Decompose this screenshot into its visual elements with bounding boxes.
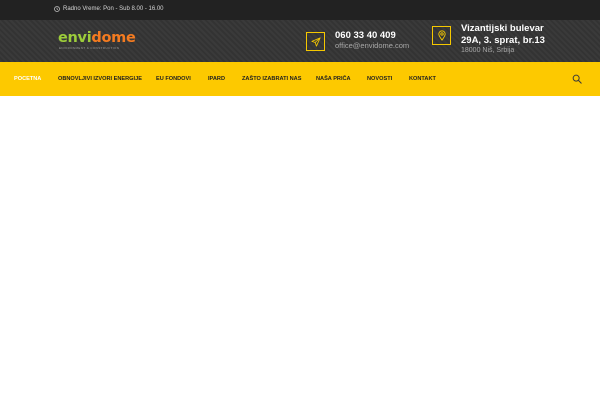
main-content-area xyxy=(0,96,600,400)
logo-wordmark: envidome xyxy=(58,30,136,46)
nav-item-pocetna[interactable]: POCETNA xyxy=(14,62,41,96)
nav-item-ipard[interactable]: IPARD xyxy=(208,62,225,96)
site-header: envidome ENVIRONMENT & CONSTRUCTION 060 … xyxy=(0,20,600,62)
nav-item-nasa-prica[interactable]: NAŠA PRIČA xyxy=(316,62,351,96)
contact-email[interactable]: office@envidome.com xyxy=(335,41,409,50)
logo-word-envi: envi xyxy=(58,30,92,46)
address-street: Vizantijski bulevar xyxy=(461,23,544,34)
map-pin-icon xyxy=(437,30,446,41)
address-city: 18000 Niš, Srbija xyxy=(461,47,515,54)
nav-item-zasto-izabrati-nas[interactable]: ZAŠTO IZABRATI NAS xyxy=(242,62,301,96)
address-icon-box xyxy=(432,26,451,45)
working-hours-text: Radno Vreme: Pon - Sub 8.00 - 16.00 xyxy=(63,6,164,12)
clock-icon xyxy=(54,6,60,12)
working-hours: Radno Vreme: Pon - Sub 8.00 - 16.00 xyxy=(54,6,164,12)
paper-plane-icon xyxy=(310,36,321,47)
logo-word-dome: dome xyxy=(91,30,136,46)
search-icon xyxy=(572,74,582,84)
nav-item-kontakt[interactable]: KONTAKT xyxy=(409,62,436,96)
main-navigation: POCETNA OBNOVLJIVI IZVORI ENERGIJE EU FO… xyxy=(0,62,600,96)
top-bar: Radno Vreme: Pon - Sub 8.00 - 16.00 xyxy=(0,0,600,20)
nav-item-eu-fondovi[interactable]: EU FONDOVI xyxy=(156,62,191,96)
nav-item-novosti[interactable]: NOVOSTI xyxy=(367,62,392,96)
site-logo[interactable]: envidome ENVIRONMENT & CONSTRUCTION xyxy=(58,30,136,50)
search-button[interactable] xyxy=(570,72,584,86)
address-building: 29A, 3. sprat, br.13 xyxy=(461,35,545,46)
nav-item-obnovljivi-izvori-energije[interactable]: OBNOVLJIVI IZVORI ENERGIJE xyxy=(58,62,142,96)
phone-number[interactable]: 060 33 40 409 xyxy=(335,30,396,41)
contact-icon-box xyxy=(306,32,325,51)
logo-tagline: ENVIRONMENT & CONSTRUCTION xyxy=(59,46,120,50)
